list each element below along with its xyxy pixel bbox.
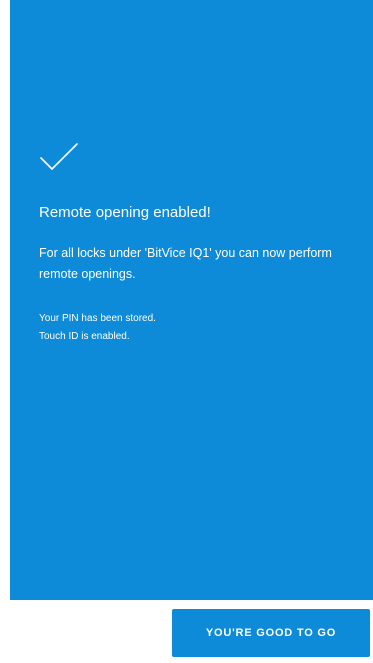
confirmation-screen: Remote opening enabled! For all locks un… (0, 0, 373, 663)
confirmation-panel: Remote opening enabled! For all locks un… (10, 0, 373, 600)
youre-good-to-go-button[interactable]: YOU'RE GOOD TO GO (172, 609, 370, 657)
confirmation-description: For all locks under 'BitVice IQ1' you ca… (39, 246, 332, 281)
pin-status-text: Your PIN has been stored. (39, 313, 156, 324)
checkmark-icon (40, 143, 78, 170)
touch-id-status-text: Touch ID is enabled. (39, 331, 130, 342)
confirmation-title: Remote opening enabled! (39, 204, 211, 221)
status-list: Your PIN has been stored. Touch ID is en… (39, 310, 156, 346)
footer-bar: YOU'RE GOOD TO GO (0, 600, 373, 663)
